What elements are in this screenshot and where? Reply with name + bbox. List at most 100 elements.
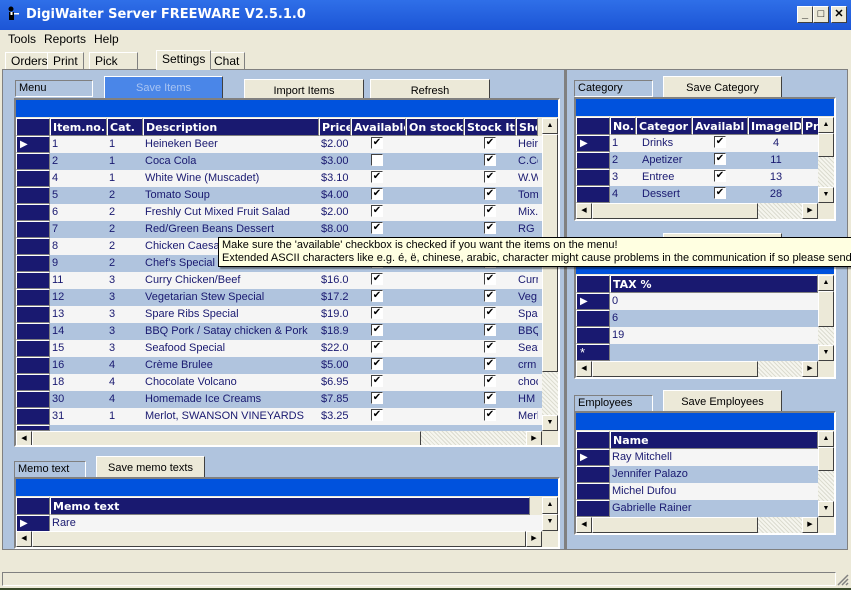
table-row[interactable]: 5 2 Tomato Soup $4.00 ✔ ✔ Tom: [16, 187, 542, 204]
cell-no[interactable]: 13: [50, 306, 107, 323]
cell-desc[interactable]: Vegetarian Stew Special: [143, 289, 319, 306]
scroll-thumb[interactable]: [592, 203, 758, 219]
table-row[interactable]: 4 Dessert ✔ 28: [576, 186, 818, 203]
cell-short[interactable]: Veg: [516, 289, 538, 306]
cell-no[interactable]: 8: [50, 238, 107, 255]
horizontal-scrollbar[interactable]: ◀ ▶: [576, 203, 818, 219]
cell-desc[interactable]: Seafood Special: [143, 340, 319, 357]
scroll-thumb[interactable]: [32, 531, 526, 547]
cell-desc[interactable]: Chocolate Volcano: [143, 374, 319, 391]
cell-desc[interactable]: BBQ Pork / Satay chicken & Pork: [143, 323, 319, 340]
column-header[interactable]: Availabl: [692, 117, 748, 135]
column-header[interactable]: Name: [610, 431, 818, 449]
scroll-down-icon[interactable]: ▼: [818, 187, 834, 203]
scroll-thumb[interactable]: [592, 361, 758, 377]
tax-grid[interactable]: TAX % ▶ 0 6 19 * ▲ ▼ ◀ ▶: [574, 255, 836, 379]
table-row[interactable]: 14 3 BBQ Pork / Satay chicken & Pork $18.9 ✔…: [16, 323, 542, 340]
vertical-scrollbar[interactable]: ▲ ▼: [818, 431, 834, 517]
table-row[interactable]: 41White Wine (Muscadet)$3.10 ✔ ✔ W.W: [16, 170, 542, 187]
cell-price[interactable]: $7.85: [319, 391, 351, 408]
available-checkbox[interactable]: ✔: [371, 188, 383, 201]
cell-short[interactable]: Curr: [516, 272, 538, 289]
table-row[interactable]: 304Homemade Ice Creams$7.85 ✔ ✔ HM I: [16, 391, 542, 408]
scroll-right-icon[interactable]: ▶: [802, 203, 818, 219]
stock-item-checkbox[interactable]: ✔: [484, 358, 496, 371]
scroll-up-icon[interactable]: ▲: [542, 118, 558, 134]
cell-desc[interactable]: Homemade Ice Creams: [143, 391, 319, 408]
cell-desc[interactable]: Tomato Soup: [143, 187, 319, 204]
table-row[interactable]: 21Coca Cola$3.00 ✔ C.Co: [16, 153, 542, 170]
scroll-thumb[interactable]: [818, 291, 834, 327]
cell-price[interactable]: $3.10: [319, 170, 351, 187]
stock-item-checkbox[interactable]: ✔: [484, 341, 496, 354]
save-items-button[interactable]: Save Items: [104, 76, 223, 100]
cell-cat[interactable]: 3: [107, 323, 143, 340]
table-row[interactable]: 6 2 Freshly Cut Mixed Fruit Salad $2.00 ✔ ✔ Mi…: [16, 204, 542, 221]
table-row[interactable]: 184Chocolate Volcano$6.95 ✔ ✔ choc: [16, 374, 542, 391]
scroll-left-icon[interactable]: ◀: [576, 361, 592, 377]
horizontal-scrollbar[interactable]: ◀ ▶: [16, 531, 542, 547]
column-header[interactable]: No.: [610, 117, 636, 135]
cell-no[interactable]: 4: [610, 186, 636, 203]
cell-name[interactable]: Entree: [636, 169, 692, 186]
cell-cat[interactable]: 2: [107, 255, 143, 272]
cell-no[interactable]: 15: [50, 340, 107, 357]
menu-tools[interactable]: Tools: [8, 32, 36, 46]
column-header[interactable]: Sho: [516, 118, 538, 136]
cell-no[interactable]: 9: [50, 255, 107, 272]
cell-desc[interactable]: Crème Brulee: [143, 357, 319, 374]
splitter[interactable]: [564, 69, 567, 550]
cell-short[interactable]: Seaf: [516, 340, 538, 357]
cell-image-id[interactable]: 28: [748, 186, 802, 203]
cell-no[interactable]: 7: [50, 221, 107, 238]
available-checkbox[interactable]: ✔: [371, 392, 383, 405]
scroll-up-icon[interactable]: ▲: [818, 275, 834, 291]
scroll-thumb[interactable]: [32, 431, 421, 445]
cell-desc[interactable]: Spare Ribs Special: [143, 306, 319, 323]
employees-grid[interactable]: Name ▶ Ray Mitchell Jennifer Palazo Miche…: [574, 411, 836, 535]
cell-cat[interactable]: 1: [107, 136, 143, 153]
menu-reports[interactable]: Reports: [44, 32, 86, 46]
scroll-right-icon[interactable]: ▶: [526, 531, 542, 547]
scroll-thumb[interactable]: [818, 447, 834, 471]
stock-item-checkbox[interactable]: ✔: [484, 222, 496, 235]
column-header[interactable]: Price: [319, 118, 351, 136]
cell-price[interactable]: $3.00: [319, 153, 351, 170]
cell-no[interactable]: 11: [50, 272, 107, 289]
scroll-right-icon[interactable]: ▶: [802, 517, 818, 533]
scroll-down-icon[interactable]: ▼: [542, 514, 558, 531]
cell-cat[interactable]: 3: [107, 272, 143, 289]
stock-item-checkbox[interactable]: ✔: [484, 392, 496, 405]
cell-image-id[interactable]: 13: [748, 169, 802, 186]
cell-no[interactable]: 1: [610, 135, 636, 152]
available-checkbox[interactable]: ✔: [371, 358, 383, 371]
cell-price[interactable]: $22.0: [319, 340, 351, 357]
cell-desc[interactable]: Curry Chicken/Beef: [143, 272, 319, 289]
table-row[interactable]: ▶ Rare: [16, 515, 542, 532]
cell-no[interactable]: 5: [50, 187, 107, 204]
scroll-down-icon[interactable]: ▼: [818, 501, 834, 517]
cell-no[interactable]: 31: [50, 408, 107, 425]
available-checkbox[interactable]: ✔: [371, 273, 383, 286]
memo-grid[interactable]: Memo text ▶ Rare ▲ ▼ ◀ ▶: [14, 477, 560, 549]
table-row[interactable]: 19: [576, 327, 818, 344]
cell-desc[interactable]: Red/Green Beans Dessert: [143, 221, 319, 238]
vertical-scrollbar[interactable]: ▲ ▼: [818, 275, 834, 361]
table-row[interactable]: Michel Dufou: [576, 483, 818, 500]
scroll-up-icon[interactable]: ▲: [818, 431, 834, 447]
menu-items-grid[interactable]: Item.no. Cat. Description Price Available On …: [14, 98, 560, 447]
table-row[interactable]: Gabrielle Rainer: [576, 500, 818, 517]
horizontal-scrollbar[interactable]: ◀ ▶: [576, 361, 818, 377]
column-header[interactable]: Stock Ite: [464, 118, 516, 136]
column-header[interactable]: ImageID: [748, 117, 802, 135]
cell-desc[interactable]: Merlot, SWANSON VINEYARDS: [143, 408, 319, 425]
cell-short[interactable]: Spar: [516, 306, 538, 323]
scroll-left-icon[interactable]: ◀: [576, 203, 592, 219]
table-row[interactable]: 3 Entree ✔ 13: [576, 169, 818, 186]
table-row[interactable]: 12 3 Vegetarian Stew Special $17.2 ✔ ✔ Veg: [16, 289, 542, 306]
cell-image-id[interactable]: 4: [748, 135, 802, 152]
vertical-scrollbar[interactable]: ▲ ▼: [542, 118, 558, 431]
scroll-down-icon[interactable]: ▼: [542, 415, 558, 431]
table-row[interactable]: 16 4 Crème Brulee $5.00 ✔ ✔ crm: [16, 357, 542, 374]
cell-price[interactable]: $3.25: [319, 408, 351, 425]
